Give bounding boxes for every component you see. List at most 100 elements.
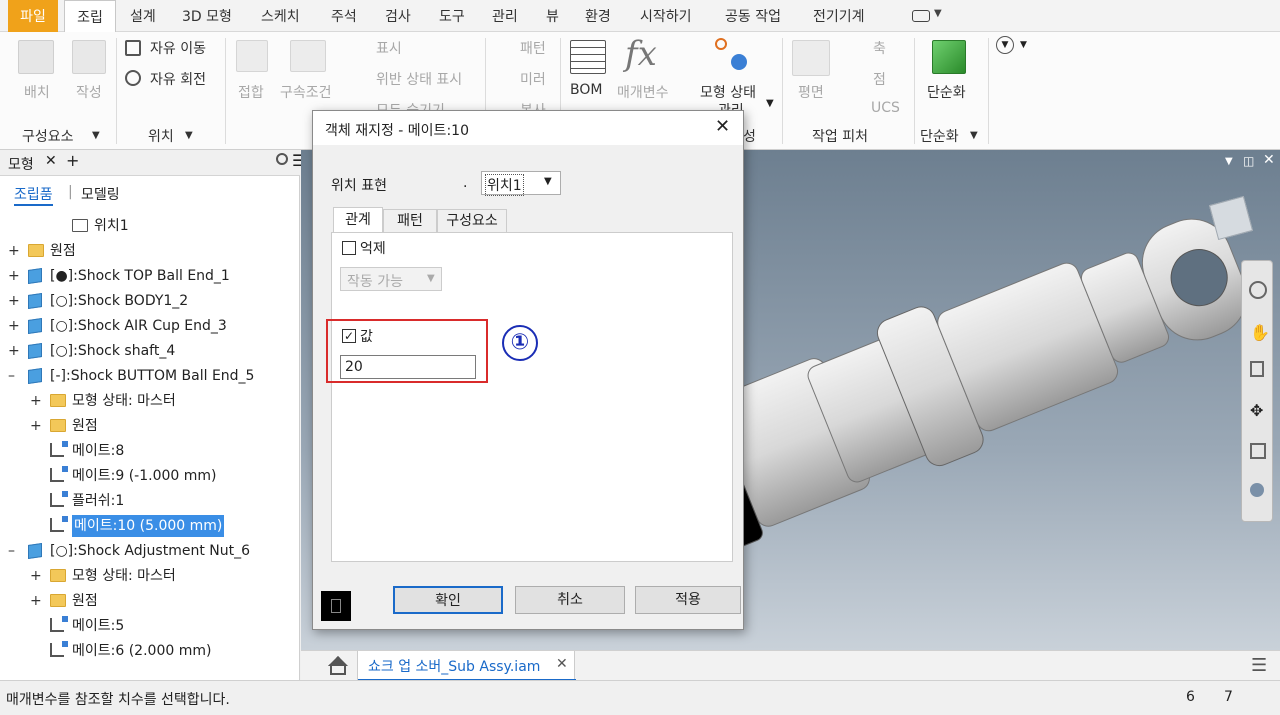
tree-item[interactable]: + 원점: [0, 589, 300, 613]
tree-item[interactable]: 메이트:10 (5.000 mm): [0, 514, 300, 538]
menu-environment[interactable]: 환경: [585, 0, 611, 32]
home-icon[interactable]: [327, 655, 349, 677]
zoom-icon[interactable]: [1250, 361, 1264, 377]
apply-button[interactable]: 적용: [635, 586, 741, 614]
tree-item[interactable]: + 모형 상태: 마스터: [0, 564, 300, 588]
tree-item[interactable]: 위치1: [0, 214, 300, 238]
point-button[interactable]: 점: [873, 69, 886, 89]
tab-components[interactable]: 구성요소: [437, 209, 507, 233]
expand-icon[interactable]: +: [8, 344, 20, 358]
expand-icon[interactable]: +: [8, 294, 20, 308]
menu-collaborate[interactable]: 공동 작업: [725, 0, 781, 32]
help-icon[interactable]: [321, 591, 351, 621]
parameters-button[interactable]: 매개변수: [617, 82, 669, 102]
bom-button[interactable]: BOM: [570, 82, 602, 98]
menu-inspect[interactable]: 검사: [385, 0, 411, 32]
expand-icon[interactable]: +: [8, 269, 20, 283]
tree-item[interactable]: – [-]:Shock BUTTOM Ball End_5: [0, 364, 300, 388]
document-tab[interactable]: 쇼크 업 소버_Sub Assy.iam ✕: [357, 651, 576, 681]
value-input[interactable]: 20: [340, 355, 476, 379]
tree-item[interactable]: + 원점: [0, 414, 300, 438]
close-icon[interactable]: ✕: [1263, 152, 1275, 168]
tree-item[interactable]: + [○]:Shock AIR Cup End_3: [0, 314, 300, 338]
menu-assemble[interactable]: 조립: [64, 0, 116, 33]
tab-pattern[interactable]: 패턴: [383, 209, 437, 233]
menu-3d-model[interactable]: 3D 모형: [182, 0, 232, 32]
free-move-button[interactable]: 자유 이동: [150, 38, 206, 58]
orbit-icon[interactable]: ✥: [1250, 401, 1263, 420]
tree-item[interactable]: + [○]:Shock shaft_4: [0, 339, 300, 363]
menu-view[interactable]: 뷰: [546, 0, 559, 32]
constrain-button[interactable]: 구속조건: [280, 82, 332, 102]
ok-button[interactable]: 확인: [393, 586, 503, 614]
place-button[interactable]: 배치: [24, 82, 50, 102]
chevron-down-icon[interactable]: ▼: [92, 130, 100, 141]
menu-annotate[interactable]: 주석: [331, 0, 357, 32]
more-options-icon[interactable]: ▼: [996, 36, 1014, 54]
tab-relationships[interactable]: 관계: [333, 207, 383, 233]
menu-manage[interactable]: 관리: [492, 0, 518, 32]
view-settings-icon[interactable]: [1250, 483, 1264, 497]
viewport-menu-icon[interactable]: ▼: [1225, 156, 1233, 167]
look-at-icon[interactable]: [1250, 443, 1266, 459]
tree-item[interactable]: 메이트:6 (2.000 mm): [0, 639, 300, 663]
position-rep-select[interactable]: 위치1 ▼: [481, 171, 561, 196]
chevron-down-icon[interactable]: ▼: [934, 8, 942, 19]
menu-design[interactable]: 설계: [130, 0, 156, 32]
expand-icon[interactable]: +: [8, 319, 20, 333]
expand-icon[interactable]: +: [8, 244, 20, 258]
close-icon[interactable]: ✕: [715, 116, 730, 137]
value-checkbox[interactable]: ✓: [342, 329, 356, 343]
expand-icon[interactable]: +: [30, 394, 42, 408]
assembly-mode-tab[interactable]: 조립품: [14, 184, 53, 206]
close-icon[interactable]: ✕: [45, 153, 57, 169]
menu-get-started[interactable]: 시작하기: [640, 0, 692, 32]
mirror-button[interactable]: 미러: [520, 69, 546, 89]
suppress-checkbox[interactable]: [342, 241, 356, 255]
expand-icon[interactable]: +: [30, 419, 42, 433]
collapse-icon[interactable]: –: [8, 369, 18, 383]
menu-icon[interactable]: ☰: [1251, 655, 1267, 676]
tree-item[interactable]: + [○]:Shock BODY1_2: [0, 289, 300, 313]
menu-sketch[interactable]: 스케치: [261, 0, 300, 32]
menu-file[interactable]: 파일: [8, 0, 58, 32]
menu-tools[interactable]: 도구: [439, 0, 465, 32]
modeling-mode-tab[interactable]: 모델링: [81, 184, 120, 204]
menu-electromechanical[interactable]: 전기기계: [813, 0, 865, 32]
close-icon[interactable]: ✕: [556, 656, 568, 672]
pattern-button[interactable]: 패턴: [520, 38, 546, 58]
pan-icon[interactable]: ✋: [1250, 323, 1270, 342]
simplify-button[interactable]: 단순화: [927, 82, 966, 102]
steering-wheel-icon[interactable]: [1249, 281, 1267, 299]
drive-select[interactable]: 작동 가능 ▼: [340, 267, 442, 291]
show-button[interactable]: 표시: [376, 38, 402, 58]
tree-item[interactable]: 메이트:5: [0, 614, 300, 638]
cancel-button[interactable]: 취소: [515, 586, 625, 614]
plane-button[interactable]: 평면: [798, 82, 824, 102]
chevron-down-icon[interactable]: ▼: [970, 130, 978, 141]
ribbon-toggle-icon[interactable]: [912, 10, 930, 22]
tree-item[interactable]: 메이트:9 (-1.000 mm): [0, 464, 300, 488]
search-icon[interactable]: [276, 153, 288, 165]
chevron-down-icon[interactable]: ▼: [766, 98, 774, 109]
add-tab-icon[interactable]: +: [66, 151, 79, 170]
tree-item[interactable]: – [○]:Shock Adjustment Nut_6: [0, 539, 300, 563]
axis-button[interactable]: 축: [873, 38, 886, 58]
maximize-icon[interactable]: ◫: [1243, 154, 1254, 168]
tree-item[interactable]: + [●]:Shock TOP Ball End_1: [0, 264, 300, 288]
browser-tab-model[interactable]: 모형: [8, 154, 34, 174]
expand-icon[interactable]: +: [30, 569, 42, 583]
show-sick-button[interactable]: 위반 상태 표시: [376, 69, 462, 89]
model-state-button[interactable]: 모형 상태: [700, 82, 756, 102]
chevron-down-icon[interactable]: ▼: [185, 130, 193, 141]
free-rotate-button[interactable]: 자유 회전: [150, 69, 206, 89]
tree-item[interactable]: 메이트:8: [0, 439, 300, 463]
joint-button[interactable]: 접합: [238, 82, 264, 102]
ucs-button[interactable]: UCS: [871, 100, 900, 116]
chevron-down-icon[interactable]: ▼: [1020, 40, 1027, 50]
create-button[interactable]: 작성: [76, 82, 102, 102]
tree-item[interactable]: 플러쉬:1: [0, 489, 300, 513]
tree-item[interactable]: + 원점: [0, 239, 300, 263]
collapse-icon[interactable]: –: [8, 544, 18, 558]
tree-item[interactable]: + 모형 상태: 마스터: [0, 389, 300, 413]
